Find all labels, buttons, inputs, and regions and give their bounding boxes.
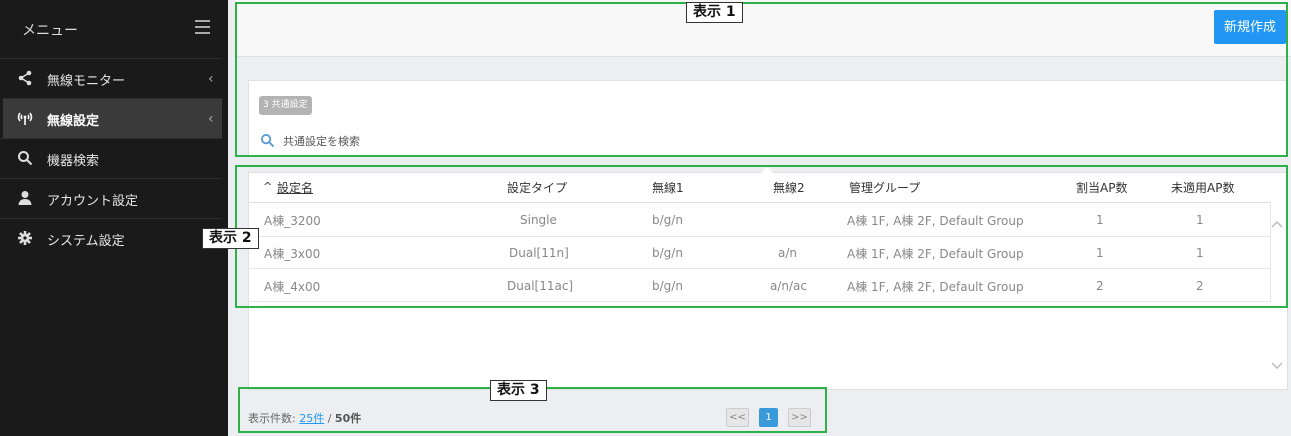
scroll-down-icon[interactable] (1271, 358, 1283, 374)
share-icon (16, 70, 34, 88)
hamburger-icon[interactable] (195, 20, 210, 34)
menu-label: メニュー (22, 23, 78, 39)
sidebar-header: メニュー (0, 0, 228, 58)
user-icon (16, 190, 34, 208)
sidebar-item-label: 機器検索 (47, 154, 100, 169)
sidebar: メニュー 無線モニター ‹ 無線設定 ‹ 機器検索 アカウント設定 システム設定 (0, 0, 228, 436)
sidebar-item-wireless-monitor[interactable]: 無線モニター ‹ (0, 58, 222, 98)
gear-icon (16, 230, 34, 248)
sidebar-item-label: 無線モニター (47, 74, 126, 89)
annotation-label-1: 表示 1 (686, 2, 743, 23)
sidebar-item-label: システム設定 (47, 234, 125, 249)
chevron-left-icon: ‹ (208, 111, 214, 127)
sidebar-item-wireless-settings[interactable]: 無線設定 ‹ (3, 98, 222, 138)
annotation-label-2: 表示 2 (202, 228, 259, 249)
annotation-box-1 (235, 2, 1288, 157)
sidebar-item-system-settings[interactable]: システム設定 (0, 218, 222, 258)
sidebar-item-label: 無線設定 (47, 114, 100, 129)
chevron-left-icon: ‹ (208, 71, 214, 87)
wireless-icon (16, 110, 34, 128)
sidebar-item-device-search[interactable]: 機器検索 (0, 138, 222, 178)
annotation-label-3: 表示 3 (490, 380, 547, 401)
annotation-box-2 (235, 165, 1288, 308)
search-icon (16, 150, 34, 168)
sidebar-item-label: アカウント設定 (47, 194, 139, 209)
sidebar-item-account-settings[interactable]: アカウント設定 (0, 178, 222, 218)
